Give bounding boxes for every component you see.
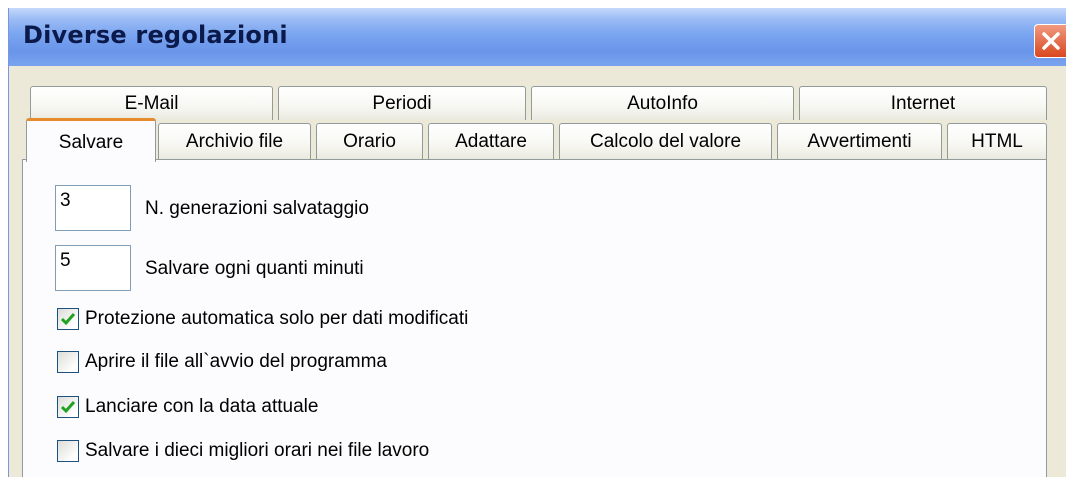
open-on-start-label: Aprire il file all`avvio del programma [85, 351, 387, 372]
tab-label: E-Mail [124, 93, 179, 114]
tab-internet[interactable]: Internet [799, 86, 1047, 120]
tab-periodi[interactable]: Periodi [278, 86, 526, 120]
tab-orario[interactable]: Orario [316, 123, 423, 159]
tab-salvare[interactable]: Salvare [26, 118, 156, 162]
tab-autoinfo[interactable]: AutoInfo [531, 86, 794, 120]
tab-adattare[interactable]: Adattare [428, 123, 554, 159]
close-button[interactable] [1034, 24, 1066, 58]
tab-html[interactable]: HTML [947, 123, 1047, 159]
salvare-tab-panel: 3 N. generazioni salvataggio 5 Salvare o… [22, 159, 1047, 477]
open-on-start-checkbox[interactable] [57, 351, 79, 373]
minutes-label: Salvare ogni quanti minuti [145, 258, 364, 279]
checkmark-icon [60, 313, 76, 326]
tab-label: Adattare [455, 131, 527, 152]
tab-label: Archivio file [185, 131, 284, 152]
close-icon [1042, 32, 1060, 50]
tab-label: HTML [971, 131, 1023, 152]
tab-email[interactable]: E-Mail [30, 86, 273, 120]
tab-label: Avvertimenti [807, 131, 912, 152]
auto-protect-checkbox[interactable] [57, 308, 79, 330]
save-top-times-label: Salvare i dieci migliori orari nei file … [85, 440, 430, 461]
tab-calcolo-del-valore[interactable]: Calcolo del valore [559, 123, 772, 159]
auto-protect-label: Protezione automatica solo per dati modi… [85, 308, 469, 329]
window-title: Diverse regolazioni [23, 21, 288, 49]
generations-label: N. generazioni salvataggio [145, 198, 369, 219]
tab-label: Calcolo del valore [589, 131, 742, 152]
save-top-times-checkbox[interactable] [57, 440, 79, 462]
tab-label: Orario [343, 131, 396, 152]
tab-archivio-file[interactable]: Archivio file [158, 123, 311, 159]
tab-avvertimenti[interactable]: Avvertimenti [777, 123, 942, 159]
checkmark-icon [60, 401, 76, 414]
tab-label: AutoInfo [627, 93, 698, 114]
generations-input[interactable]: 3 [55, 185, 131, 231]
title-bar[interactable]: Diverse regolazioni [9, 8, 1066, 66]
current-date-label: Lanciare con la data attuale [85, 396, 319, 417]
tab-label: Salvare [58, 132, 124, 153]
minutes-input[interactable]: 5 [55, 245, 131, 291]
tab-label: Internet [890, 93, 956, 114]
current-date-checkbox[interactable] [57, 396, 79, 418]
tab-label: Periodi [372, 93, 432, 114]
